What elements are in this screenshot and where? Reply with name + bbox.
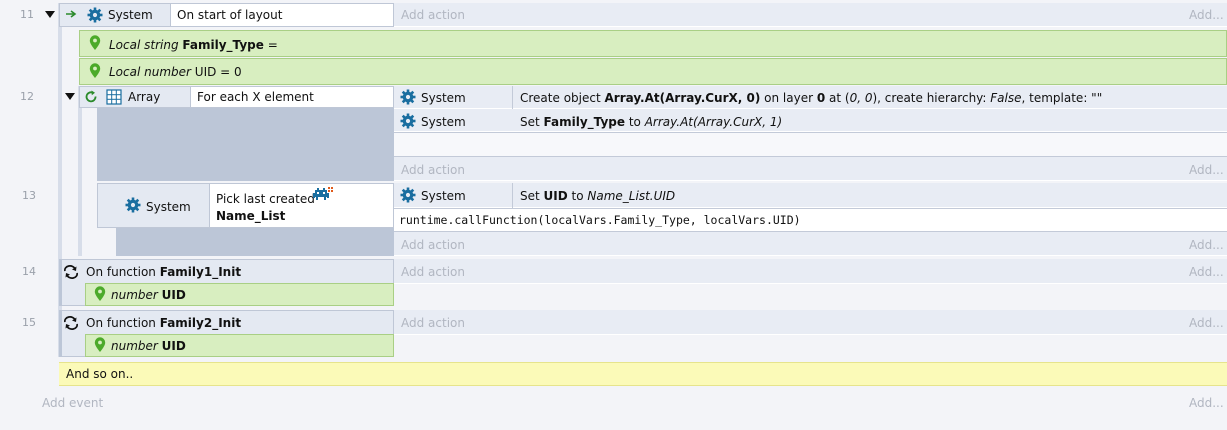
condition-text: For each X element	[197, 90, 314, 104]
event-15-actions	[394, 310, 1227, 335]
add-action-link[interactable]: Add action	[401, 237, 465, 253]
add-more-link[interactable]: Add...	[1189, 237, 1224, 253]
add-more-link[interactable]: Add...	[1189, 395, 1224, 411]
add-action-link[interactable]: Add action	[401, 162, 465, 178]
collapse-toggle-icon[interactable]	[45, 11, 55, 18]
event-number-15: 15	[22, 316, 36, 329]
event-number-14: 14	[22, 265, 36, 278]
function-name: Family2_Init	[159, 316, 242, 330]
local-var-name: UID	[194, 65, 217, 79]
action-object-name: System	[421, 115, 466, 129]
event-13-add-action-row	[394, 232, 1227, 256]
comment-text: And so on..	[66, 367, 134, 381]
local-var-prefix: Local number	[109, 65, 191, 79]
grid-icon	[106, 89, 122, 105]
event-12-action-2[interactable]	[394, 109, 1227, 132]
gear-icon	[400, 113, 416, 129]
local-variable-uid[interactable]	[79, 58, 1227, 85]
condition-text-line1: Pick last created	[216, 192, 315, 206]
condition-area-empty	[97, 108, 394, 181]
action-text-set-family-type: Set Family_Type to Array.At(Array.CurX, …	[520, 115, 783, 129]
loop-icon	[85, 90, 97, 103]
event-number-13: 13	[22, 189, 36, 202]
condition-object-name: System	[108, 8, 153, 22]
gear-icon	[400, 187, 416, 203]
script-code: runtime.callFunction(localVars.Family_Ty…	[399, 213, 801, 227]
event-12-empty-action-row[interactable]	[394, 132, 1227, 157]
location-pin-icon	[94, 286, 106, 301]
local-var-name: Family_Type	[182, 38, 264, 52]
event-14-actions	[394, 259, 1227, 284]
gear-icon	[125, 197, 141, 213]
action-text-create-object: Create object Array.At(Array.CurX, 0) on…	[520, 91, 1103, 105]
condition-object-name: System	[146, 200, 191, 214]
arrow-right-icon	[66, 10, 77, 18]
add-more-link[interactable]: Add...	[1189, 264, 1224, 280]
location-pin-icon	[94, 337, 106, 352]
add-action-link[interactable]: Add action	[401, 7, 465, 23]
gear-icon	[400, 89, 416, 105]
action-object-name: System	[421, 91, 466, 105]
add-action-link[interactable]: Add action	[401, 264, 465, 280]
comment-row[interactable]	[59, 362, 1227, 386]
action-text-set-uid: Set UID to Name_List.UID	[520, 189, 676, 203]
condition-area-empty	[116, 228, 394, 256]
event-12-add-action-row	[394, 157, 1227, 181]
event-number-11: 11	[20, 8, 34, 21]
event-13-action-1[interactable]	[394, 183, 1227, 208]
add-more-link[interactable]: Add...	[1189, 7, 1224, 23]
local-var-suffix: =	[263, 38, 278, 52]
param-name: UID	[161, 288, 186, 302]
add-event-link[interactable]: Add event	[42, 395, 103, 411]
collapse-toggle-icon[interactable]	[65, 93, 75, 100]
gear-icon	[87, 7, 103, 23]
local-var-suffix: = 0	[216, 65, 242, 79]
event-number-12: 12	[20, 90, 34, 103]
action-divider	[512, 183, 513, 208]
function-icon	[64, 265, 78, 279]
action-object-name: System	[421, 189, 466, 203]
param-type: number	[111, 288, 158, 302]
invader-icon	[313, 187, 333, 200]
function-prefix: On function	[86, 265, 160, 279]
local-var-prefix: Local string	[109, 38, 179, 52]
function-prefix: On function	[86, 316, 160, 330]
param-type: number	[111, 339, 158, 353]
location-pin-icon	[89, 63, 101, 78]
location-pin-icon	[89, 35, 101, 50]
function-name: Family1_Init	[159, 265, 242, 279]
add-action-link[interactable]: Add action	[401, 315, 465, 331]
function-icon	[64, 316, 78, 330]
add-more-link[interactable]: Add...	[1189, 315, 1224, 331]
add-more-link[interactable]: Add...	[1189, 162, 1224, 178]
condition-text-line2: Name_List	[216, 209, 286, 223]
condition-text: On start of layout	[177, 8, 283, 22]
event-11-actions	[394, 3, 1227, 27]
param-name: UID	[161, 339, 186, 353]
event-rail	[78, 86, 82, 256]
condition-object-name: Array	[128, 90, 161, 104]
